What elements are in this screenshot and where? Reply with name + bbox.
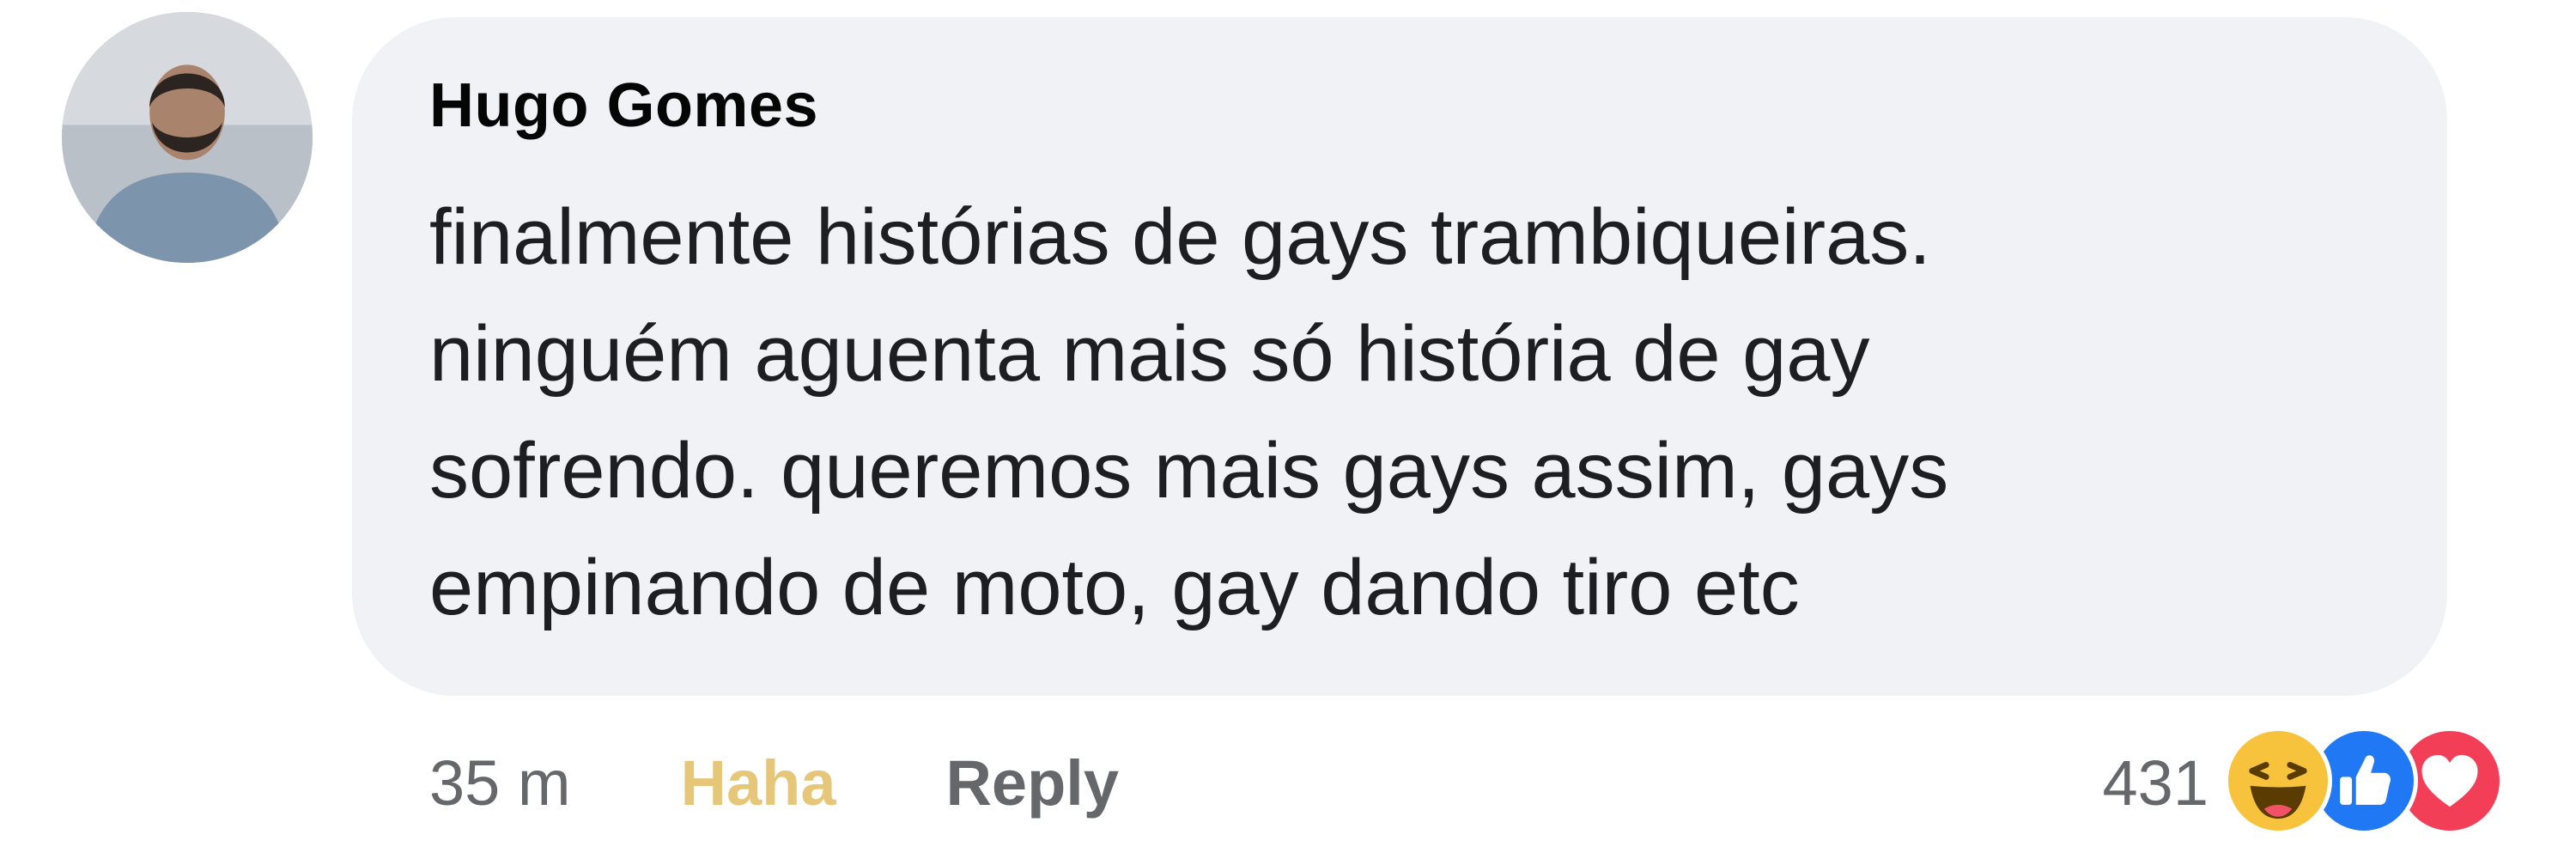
haha-icon [2224, 727, 2332, 835]
reply-button[interactable]: Reply [945, 740, 1119, 826]
comment-author-name[interactable]: Hugo Gomes [429, 70, 818, 141]
reaction-icons[interactable] [2224, 727, 2507, 838]
comment-text-line: sofrendo. queremos mais gays assim, gays [429, 427, 1949, 515]
author-avatar[interactable] [62, 12, 313, 263]
comment-text-line: finalmente histórias de gays trambiqueir… [429, 193, 1931, 281]
comment-timestamp[interactable]: 35 m [429, 740, 571, 826]
comment-actions: 35 m Haha Reply [429, 740, 1119, 826]
comment-text: finalmente histórias de gays trambiqueir… [429, 179, 2404, 646]
reaction-summary[interactable]: 431 [2103, 727, 2507, 838]
comment-text-line: ninguém aguenta mais só história de gay [429, 310, 1870, 398]
reaction-count[interactable]: 431 [2103, 746, 2208, 819]
comment-text-line: empinando de moto, gay dando tiro etc [429, 544, 1800, 631]
reaction-button[interactable]: Haha [681, 740, 836, 826]
